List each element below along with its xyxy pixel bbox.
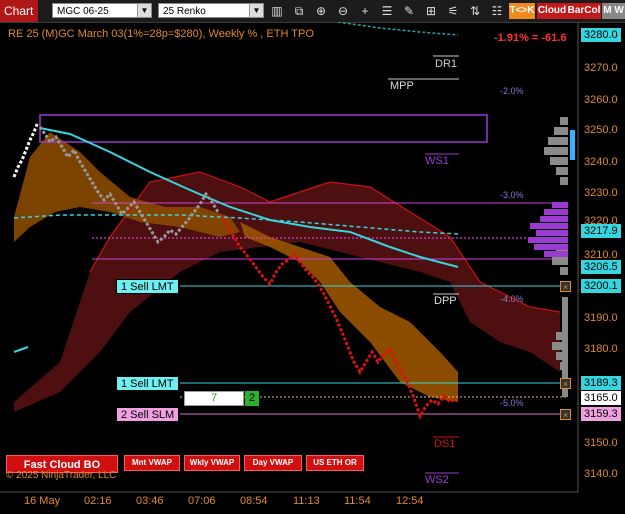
pencil-icon[interactable]: ✎ bbox=[400, 2, 418, 20]
chevron-down-icon: ▼ bbox=[137, 4, 151, 17]
instrument-selector[interactable]: MGC 06-25 ▼ bbox=[52, 3, 152, 18]
instrument-value: MGC 06-25 bbox=[57, 6, 109, 17]
mnt-vwap-button[interactable]: Mnt VWAP bbox=[124, 455, 180, 471]
chart-tab[interactable]: Chart bbox=[0, 0, 38, 22]
price-tick: 3190.0 bbox=[584, 312, 618, 324]
time-tick: 02:16 bbox=[84, 495, 112, 507]
ws1-label: WS1 bbox=[425, 155, 449, 167]
price-tick: 3260.0 bbox=[584, 94, 618, 106]
pct-label-minus2: -2.0% bbox=[500, 86, 524, 96]
vwap-cyan-top bbox=[337, 22, 459, 36]
close-order-icon[interactable]: × bbox=[560, 409, 571, 420]
vwap-cyan-left bbox=[13, 346, 29, 353]
price-tag-3217: 3217.9 bbox=[581, 224, 621, 238]
time-tick: 03:46 bbox=[136, 495, 164, 507]
price-tag-3200: 3200.1 bbox=[581, 279, 621, 293]
time-tick: 11:54 bbox=[344, 495, 371, 507]
time-tick: 12:54 bbox=[396, 495, 424, 507]
tk-toggle-button[interactable]: T<>K bbox=[509, 3, 535, 19]
price-tag-3206: 3206.5 bbox=[581, 260, 621, 274]
quantity-badge[interactable]: 2 bbox=[245, 391, 259, 406]
data-box-icon[interactable]: ☰ bbox=[378, 2, 396, 20]
zoom-in-icon[interactable]: ⊕ bbox=[312, 2, 330, 20]
chart-canvas bbox=[0, 22, 579, 493]
day-vwap-button[interactable]: Day VWAP bbox=[244, 455, 302, 471]
ds1-label: DS1 bbox=[434, 438, 456, 450]
chart-panel[interactable]: RE 25 (M)GC March 03(1%=28p=$280), Weekl… bbox=[0, 22, 625, 514]
time-tick: 07:06 bbox=[188, 495, 216, 507]
change-readout: -1.91% = -61.6 bbox=[494, 32, 567, 44]
dpp-label: DPP bbox=[434, 295, 457, 307]
price-tick: 3180.0 bbox=[584, 343, 618, 355]
price-tick: 3150.0 bbox=[584, 437, 618, 449]
price-tick: 3240.0 bbox=[584, 156, 618, 168]
bar-type-selector[interactable]: 25 Renko ▼ bbox=[158, 3, 264, 18]
tpo-box bbox=[39, 114, 488, 143]
price-tag-3165: 3165.0 bbox=[581, 391, 621, 405]
copyright-text: © 2025 NinjaTrader, LLC bbox=[6, 470, 117, 481]
time-tick: 11:13 bbox=[293, 495, 320, 507]
strategy-icon[interactable]: ⚟ bbox=[444, 2, 462, 20]
price-tick: 3140.0 bbox=[584, 468, 618, 480]
indicators-icon[interactable]: ⧉ bbox=[290, 2, 308, 20]
price-tick: 3250.0 bbox=[584, 124, 618, 136]
quantity-input[interactable]: 7 bbox=[184, 391, 244, 406]
bars-icon[interactable]: ▥ bbox=[268, 2, 286, 20]
dr1-label: DR1 bbox=[435, 58, 458, 70]
price-tag-3280: 3280.0 bbox=[581, 28, 621, 42]
wkly-vwap-button[interactable]: Wkly VWAP bbox=[184, 455, 240, 471]
mw-toggle-button[interactable]: M W bbox=[602, 3, 625, 19]
grid-icon[interactable]: ⊞ bbox=[422, 2, 440, 20]
close-order-icon[interactable]: × bbox=[560, 281, 571, 292]
close-order-icon[interactable]: × bbox=[560, 378, 571, 389]
price-tag-3189: 3189.3 bbox=[581, 376, 621, 390]
sell-slm-order[interactable]: 2 Sell SLM bbox=[116, 407, 180, 422]
bar-type-value: 25 Renko bbox=[163, 6, 206, 17]
properties-icon[interactable]: ☷ bbox=[488, 2, 506, 20]
cloud-toggle-button[interactable]: Cloud bbox=[537, 3, 567, 19]
time-tick: 08:54 bbox=[240, 495, 268, 507]
mpp-label: MPP bbox=[390, 80, 414, 92]
pct-label-minus3: -3.0% bbox=[500, 190, 524, 200]
price-tag-3159: 3159.3 bbox=[581, 407, 621, 421]
chart-title: RE 25 (M)GC March 03(1%=28p=$280), Weekl… bbox=[8, 28, 314, 40]
tpo-profile bbox=[528, 202, 568, 257]
zoom-out-icon[interactable]: ⊖ bbox=[334, 2, 352, 20]
trade-icon[interactable]: ⇅ bbox=[466, 2, 484, 20]
price-tick: 3230.0 bbox=[584, 187, 618, 199]
sell-lmt-order-1[interactable]: 1 Sell LMT bbox=[116, 279, 179, 294]
price-tick: 3270.0 bbox=[584, 62, 618, 74]
barcol-toggle-button[interactable]: BarCol bbox=[567, 3, 601, 19]
ws2-label: WS2 bbox=[425, 474, 449, 486]
chevron-down-icon: ▼ bbox=[249, 4, 263, 17]
pct-label-minus4: -4.0% bbox=[500, 294, 524, 304]
pct-label-minus5: -5.0% bbox=[500, 398, 524, 408]
crosshair-icon[interactable]: + bbox=[356, 2, 374, 20]
current-volume-bar bbox=[570, 130, 575, 160]
time-tick: 16 May bbox=[24, 495, 61, 507]
us-eth-or-button[interactable]: US ETH OR bbox=[306, 455, 364, 471]
chart-toolbar: Chart MGC 06-25 ▼ 25 Renko ▼ ▥ ⧉ ⊕ ⊖ + ☰… bbox=[0, 0, 625, 23]
sell-lmt-order-2[interactable]: 1 Sell LMT bbox=[116, 376, 179, 391]
